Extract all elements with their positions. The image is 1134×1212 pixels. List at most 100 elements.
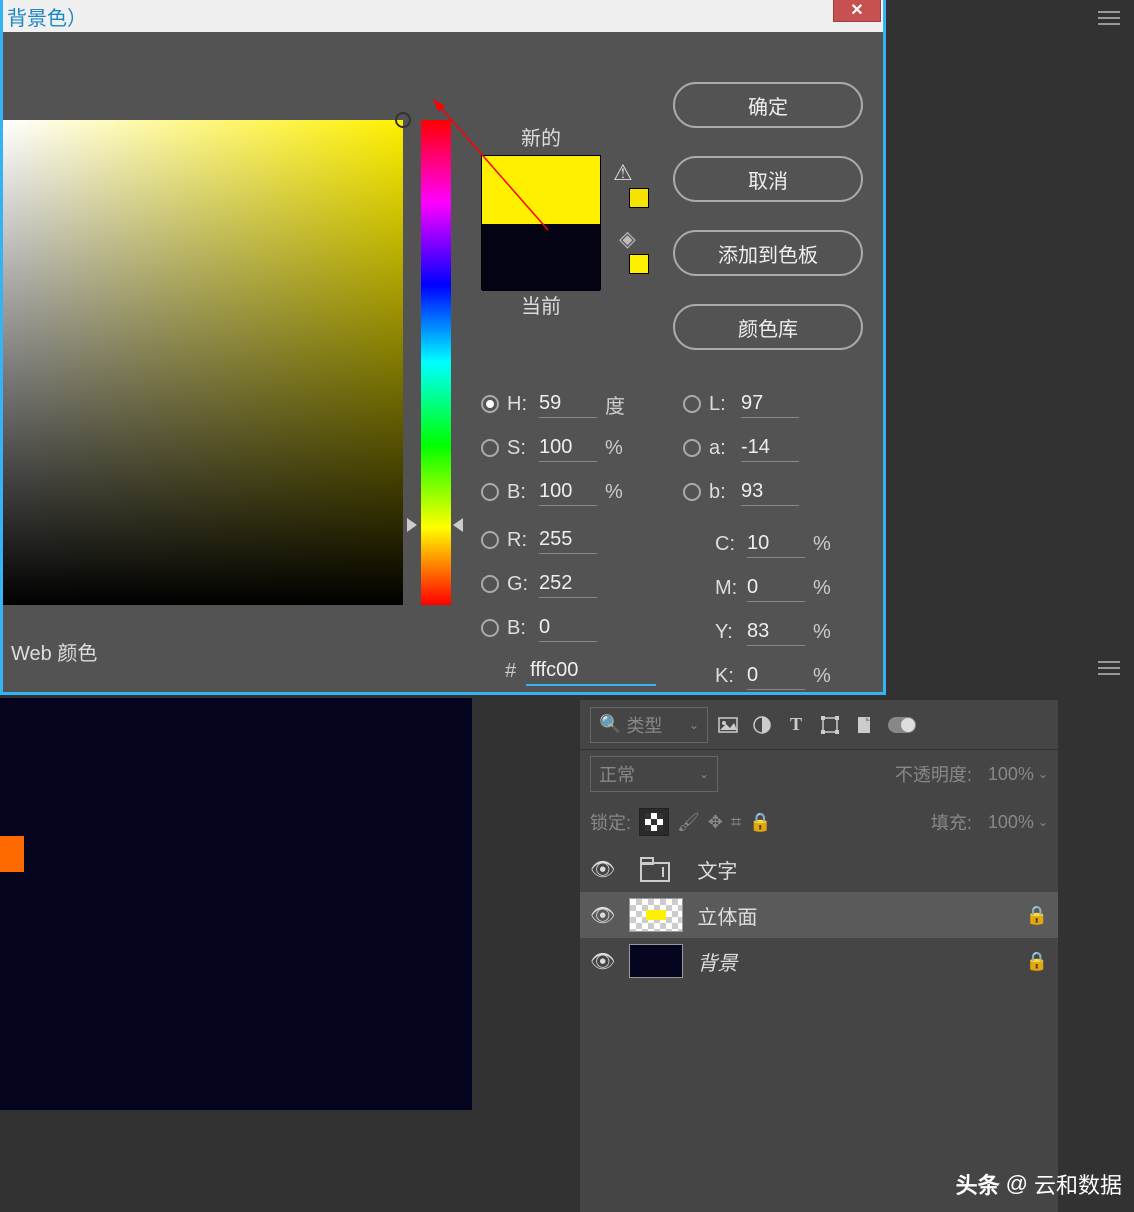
visibility-toggle-icon[interactable]: 👁 xyxy=(590,949,615,974)
layers-panel: 🔍 类型 ⌄ T 正常⌄ 不透明度: 100% ⌄ 锁定: 🖌 ✥ ⌗ 🔒 填充… xyxy=(580,700,1058,1212)
lab-l-input[interactable] xyxy=(741,390,799,418)
canvas-preview xyxy=(0,698,472,1110)
blend-mode-dropdown[interactable]: 正常⌄ xyxy=(590,756,718,792)
chevron-down-icon: ⌄ xyxy=(699,767,709,781)
search-icon: 🔍 xyxy=(599,714,621,735)
hue-marker-right[interactable] xyxy=(453,518,463,532)
visibility-toggle-icon[interactable]: 👁 xyxy=(590,857,615,882)
filter-toggle[interactable] xyxy=(888,717,916,733)
layer-thumbnail[interactable] xyxy=(629,944,683,978)
layer-thumbnail[interactable] xyxy=(629,898,683,932)
chevron-down-icon[interactable]: ⌄ xyxy=(1038,767,1048,781)
lab-b-radio[interactable] xyxy=(683,483,701,501)
group-thumbnail-icon[interactable] xyxy=(629,852,683,886)
filter-kind-dropdown[interactable]: 🔍 类型 ⌄ xyxy=(590,707,708,743)
green-input[interactable] xyxy=(539,570,597,598)
lab-a-input[interactable] xyxy=(741,434,799,462)
hue-input[interactable] xyxy=(539,390,597,418)
lock-position-icon[interactable]: ✥ xyxy=(708,812,723,833)
visibility-toggle-icon[interactable]: 👁 xyxy=(590,903,615,928)
color-libraries-button[interactable]: 颜色库 xyxy=(673,304,863,350)
panel-menu-icon[interactable] xyxy=(1098,10,1120,31)
websafe-warning-icon[interactable]: ◈ xyxy=(619,226,636,252)
chevron-down-icon[interactable]: ⌄ xyxy=(1038,815,1048,829)
blend-opacity-row: 正常⌄ 不透明度: 100% ⌄ xyxy=(580,750,1058,798)
hex-label: # xyxy=(505,660,516,683)
lock-icon[interactable]: 🔒 xyxy=(1026,951,1048,972)
red-input[interactable] xyxy=(539,526,597,554)
websafe-swatch[interactable] xyxy=(629,254,649,274)
lock-fill-row: 锁定: 🖌 ✥ ⌗ 🔒 填充: 100% ⌄ xyxy=(580,798,1058,846)
lock-transparency-icon[interactable] xyxy=(639,808,669,836)
lab-a-radio[interactable] xyxy=(683,439,701,457)
add-to-swatches-button[interactable]: 添加到色板 xyxy=(673,230,863,276)
lock-label: 锁定: xyxy=(590,809,631,835)
cmyk-values: C:% M:% Y:% K:% xyxy=(715,522,843,698)
panel-menu-icon-2[interactable] xyxy=(1098,660,1120,681)
opacity-value[interactable]: 100% xyxy=(976,764,1034,785)
dialog-titlebar[interactable]: 背景色） xyxy=(3,0,883,32)
cancel-button[interactable]: 取消 xyxy=(673,156,863,202)
gamut-warning-icon[interactable]: ⚠ xyxy=(613,160,633,186)
bri-input[interactable] xyxy=(539,478,597,506)
ok-button[interactable]: 确定 xyxy=(673,82,863,128)
layer-row-background[interactable]: 👁 背景 🔒 xyxy=(580,938,1058,984)
current-color-label: 当前 xyxy=(481,290,601,319)
fill-value[interactable]: 100% xyxy=(976,812,1034,833)
red-radio[interactable] xyxy=(481,531,499,549)
picker-body: 新的 当前 ⚠ ◈ 确定 取消 添加到色板 颜色库 Web 颜色 H:度 S:%… xyxy=(3,32,883,695)
layer-row-selected[interactable]: 👁 立体面 🔒 xyxy=(580,892,1058,938)
color-picker-dialog: 背景色） 新的 当前 ⚠ ◈ 确定 取消 添加到色板 颜色库 Web 颜色 xyxy=(0,0,886,695)
filter-type-icon[interactable]: T xyxy=(782,712,810,738)
lab-l-radio[interactable] xyxy=(683,395,701,413)
blue-radio[interactable] xyxy=(481,619,499,637)
hex-row: # xyxy=(505,657,656,686)
lock-all-icon[interactable]: 🔒 xyxy=(749,812,771,833)
filter-smart-icon[interactable] xyxy=(850,712,878,738)
layer-name[interactable]: 立体面 xyxy=(697,901,757,930)
close-button[interactable] xyxy=(833,0,881,22)
sv-cursor[interactable] xyxy=(395,112,411,128)
watermark: 头条 @云和数据 xyxy=(956,1168,1122,1200)
sat-radio[interactable] xyxy=(481,439,499,457)
fill-label: 填充: xyxy=(931,809,972,835)
web-colors-checkbox-label[interactable]: Web 颜色 xyxy=(11,637,97,666)
canvas-shape xyxy=(0,836,24,872)
saturation-value-field[interactable] xyxy=(3,120,403,605)
new-color-swatch[interactable] xyxy=(482,156,600,224)
layer-row-group[interactable]: 👁 文字 xyxy=(580,846,1058,892)
lock-artboard-icon[interactable]: ⌗ xyxy=(731,812,741,833)
current-color-swatch[interactable] xyxy=(482,224,600,291)
black-input[interactable] xyxy=(747,662,805,690)
filter-pixel-icon[interactable] xyxy=(714,712,742,738)
opacity-label: 不透明度: xyxy=(895,761,972,787)
layers-filter-row: 🔍 类型 ⌄ T xyxy=(580,700,1058,750)
filter-adjustment-icon[interactable] xyxy=(748,712,776,738)
hue-marker-left[interactable] xyxy=(407,518,417,532)
cyan-input[interactable] xyxy=(747,530,805,558)
hex-input[interactable] xyxy=(526,657,656,686)
lab-b-input[interactable] xyxy=(741,478,799,506)
hsb-rgb-values: H:度 S:% B:% R: G: B: xyxy=(481,382,635,650)
bri-radio[interactable] xyxy=(481,483,499,501)
new-color-label: 新的 xyxy=(481,122,601,151)
dialog-title: 背景色） xyxy=(7,2,87,31)
filter-shape-icon[interactable] xyxy=(816,712,844,738)
gamut-warning-swatch[interactable] xyxy=(629,188,649,208)
lock-brush-icon[interactable]: 🖌 xyxy=(677,812,700,833)
yellow-input[interactable] xyxy=(747,618,805,646)
green-radio[interactable] xyxy=(481,575,499,593)
hue-radio[interactable] xyxy=(481,395,499,413)
magenta-input[interactable] xyxy=(747,574,805,602)
chevron-down-icon: ⌄ xyxy=(689,718,699,732)
hue-slider[interactable] xyxy=(421,120,451,605)
lock-icon[interactable]: 🔒 xyxy=(1026,905,1048,926)
layer-name[interactable]: 背景 xyxy=(697,947,737,976)
blue-input[interactable] xyxy=(539,614,597,642)
button-column: 确定 取消 添加到色板 颜色库 xyxy=(673,82,863,378)
swatch-box xyxy=(481,155,601,290)
swatch-compare: 新的 当前 xyxy=(481,122,601,323)
lab-values: L: a: b: xyxy=(683,382,799,514)
layer-name[interactable]: 文字 xyxy=(697,855,737,884)
sat-input[interactable] xyxy=(539,434,597,462)
